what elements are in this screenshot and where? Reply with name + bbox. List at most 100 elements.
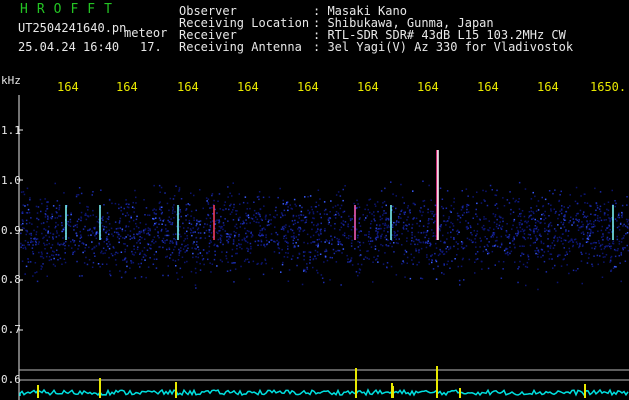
- noise-dot: [563, 239, 565, 241]
- noise-dot: [203, 226, 205, 228]
- noise-dot: [443, 220, 445, 222]
- noise-dot: [109, 243, 111, 246]
- noise-dot: [152, 239, 154, 241]
- noise-dot: [82, 228, 85, 230]
- noise-dot: [392, 193, 394, 195]
- noise-dot: [199, 189, 201, 191]
- noise-dot: [383, 230, 385, 232]
- noise-dot: [439, 248, 441, 251]
- noise-dot: [467, 222, 470, 224]
- noise-dot: [283, 256, 286, 258]
- noise-dot: [499, 221, 501, 223]
- noise-dot: [624, 260, 627, 262]
- noise-dot: [123, 237, 126, 240]
- noise-dot: [244, 196, 247, 198]
- noise-dot: [561, 205, 563, 207]
- noise-dot: [29, 261, 32, 263]
- noise-dot: [521, 210, 524, 212]
- noise-dot: [199, 252, 202, 254]
- noise-dot: [89, 228, 91, 230]
- noise-dot: [615, 249, 617, 252]
- noise-dot: [536, 226, 538, 228]
- noise-dot: [190, 229, 193, 232]
- noise-dot: [50, 217, 53, 220]
- noise-dot: [178, 248, 180, 251]
- noise-dot: [143, 232, 145, 234]
- noise-dot: [79, 237, 82, 239]
- noise-dot: [599, 245, 601, 248]
- noise-dot: [195, 224, 197, 227]
- noise-dot: [128, 220, 131, 223]
- noise-dot: [120, 206, 122, 209]
- noise-dot: [530, 214, 532, 217]
- noise-dot: [430, 243, 432, 245]
- noise-dot: [310, 206, 313, 208]
- noise-dot: [391, 245, 393, 248]
- noise-dot: [599, 210, 602, 213]
- noise-dot: [586, 225, 589, 227]
- noise-dot: [323, 213, 326, 215]
- noise-dot: [102, 229, 105, 232]
- noise-dot: [366, 257, 368, 259]
- noise-dot: [374, 205, 377, 207]
- noise-dot: [616, 226, 619, 229]
- noise-dot: [41, 253, 43, 255]
- noise-dot: [80, 234, 82, 236]
- noise-dot: [208, 231, 210, 233]
- noise-dot: [91, 241, 93, 243]
- noise-dot: [311, 208, 313, 211]
- noise-dot: [407, 230, 409, 232]
- noise-dot: [153, 224, 155, 227]
- noise-dot: [476, 215, 478, 218]
- noise-dot: [159, 208, 161, 210]
- noise-dot: [383, 227, 386, 230]
- noise-dot: [502, 268, 504, 270]
- noise-dot: [500, 243, 503, 246]
- noise-dot: [337, 212, 340, 214]
- noise-dot: [384, 187, 386, 190]
- noise-dot: [471, 234, 473, 236]
- noise-dot: [235, 210, 237, 212]
- noise-dot: [139, 236, 141, 238]
- noise-dot: [196, 228, 199, 231]
- noise-dot: [509, 191, 511, 193]
- noise-dot: [554, 189, 556, 191]
- noise-dot: [319, 231, 322, 233]
- noise-dot: [448, 248, 450, 251]
- noise-dot: [36, 271, 38, 273]
- noise-dot: [603, 203, 606, 205]
- noise-dot: [288, 225, 291, 228]
- noise-dot: [326, 213, 328, 216]
- noise-dot: [386, 266, 388, 268]
- noise-dot: [210, 271, 212, 273]
- noise-dot: [190, 270, 193, 273]
- noise-dot: [376, 201, 379, 203]
- noise-dot: [462, 257, 464, 260]
- noise-dot: [314, 255, 316, 257]
- noise-dot: [100, 252, 102, 254]
- noise-dot: [44, 244, 46, 246]
- noise-dot: [225, 251, 228, 253]
- noise-dot: [262, 273, 265, 276]
- noise-dot: [223, 204, 226, 206]
- noise-dot: [499, 246, 502, 248]
- noise-dot: [416, 239, 419, 241]
- noise-dot: [476, 191, 478, 193]
- noise-dot: [185, 245, 187, 247]
- noise-dot: [420, 207, 422, 209]
- noise-dot: [603, 219, 606, 221]
- noise-dot: [215, 231, 218, 234]
- noise-dot: [197, 253, 199, 255]
- noise-dot: [489, 227, 491, 229]
- noise-dot: [496, 189, 498, 192]
- noise-dot: [524, 188, 527, 190]
- noise-dot: [190, 215, 192, 217]
- noise-dot: [68, 224, 70, 226]
- noise-dot: [115, 228, 118, 230]
- noise-dot: [345, 237, 348, 239]
- noise-dot: [60, 243, 62, 245]
- noise-dot: [339, 207, 342, 210]
- noise-dot: [506, 223, 508, 225]
- noise-dot: [78, 244, 80, 247]
- noise-dot: [218, 230, 220, 232]
